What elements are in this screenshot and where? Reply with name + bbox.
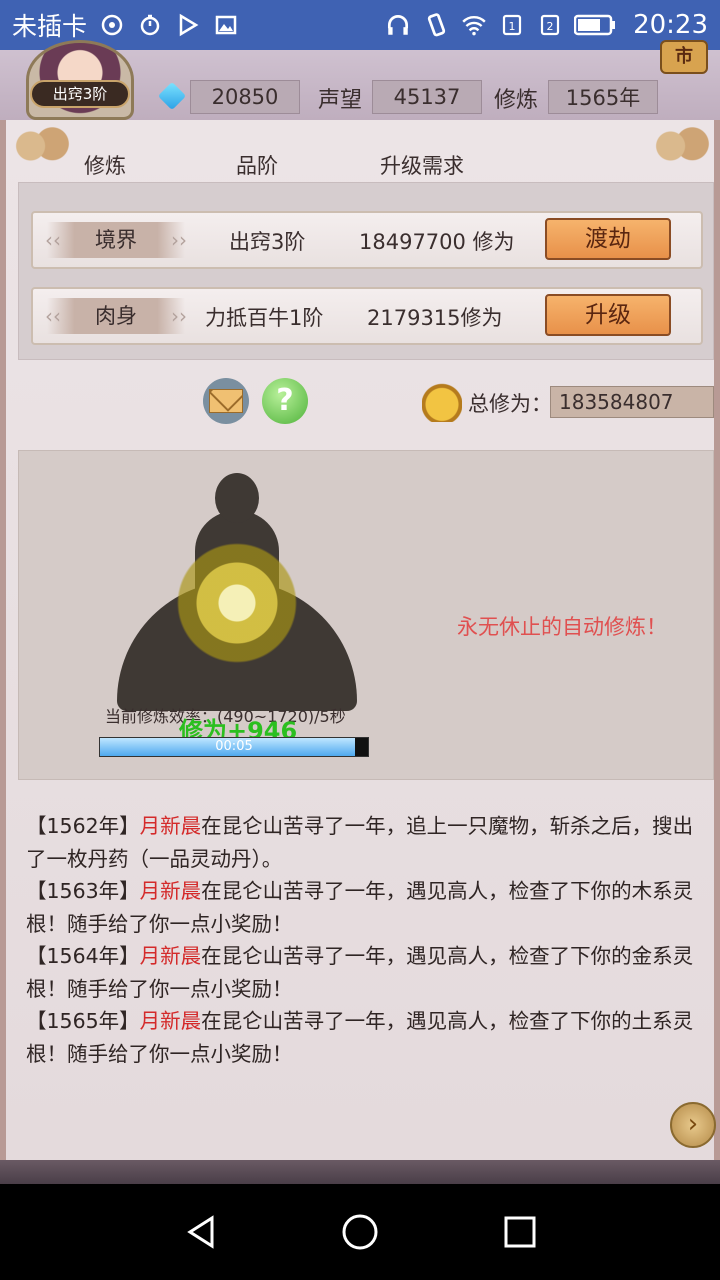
- auto-cultivation-text: 永无休止的自动修炼！: [457, 615, 667, 639]
- log-name: 月新晨: [139, 814, 202, 838]
- log-entry: 【1565年】月新晨在昆仑山苦寻了一年，遇见高人，检查了下你的土系灵根！随手给了…: [26, 1005, 706, 1070]
- sync-icon: [97, 10, 127, 40]
- row-grade: 力抵百牛1阶: [205, 306, 324, 330]
- gems-value: 20850: [190, 80, 300, 114]
- figure-head: [215, 473, 259, 523]
- log-year: 【1565年】: [26, 1009, 140, 1033]
- meditating-figure: [97, 471, 377, 711]
- back-icon[interactable]: [172, 1202, 232, 1262]
- recents-icon[interactable]: [490, 1202, 550, 1262]
- row-grade: 出窍3阶: [229, 230, 306, 254]
- cultivation-area: 当前修炼效率：(490~1720)/5秒 修为+946 00:05 永无休止的自…: [18, 450, 714, 780]
- shop-icon[interactable]: 市: [660, 40, 708, 74]
- home-icon[interactable]: [330, 1202, 390, 1262]
- log-name: 月新晨: [139, 879, 202, 903]
- cultivation-progress: 00:05: [99, 737, 369, 757]
- total-cultivation-label: 总修为：: [468, 392, 552, 416]
- mail-icon[interactable]: [203, 378, 249, 424]
- upgrade-button[interactable]: 升级: [545, 294, 671, 336]
- total-cultivation-value: 183584807: [550, 386, 714, 418]
- row-tag: 肉身: [45, 298, 187, 334]
- cultivation-label: 修炼: [494, 88, 539, 113]
- header-grade: 品阶: [236, 154, 278, 178]
- log-name: 月新晨: [139, 1009, 202, 1033]
- row-requirement: 18497700 修为: [359, 230, 515, 254]
- headset-icon: [383, 10, 413, 40]
- energy-orb: [177, 543, 297, 663]
- fame-value: 45137: [372, 80, 482, 114]
- status-right: 1 2 20:23: [383, 10, 708, 40]
- upgrade-list: 境界 出窍3阶 18497700 修为 渡劫 肉身 力抵百牛1阶 2179315…: [18, 182, 714, 360]
- log-entry: 【1563年】月新晨在昆仑山苦寻了一年，遇见高人，检查了下你的木系灵根！随手给了…: [26, 875, 706, 940]
- tribulation-button[interactable]: 渡劫: [545, 218, 671, 260]
- row-tag: 境界: [45, 222, 187, 258]
- table-header: 修炼 品阶 升级需求: [6, 150, 720, 186]
- log-year: 【1562年】: [26, 814, 140, 838]
- cultivation-years: 1565年: [548, 80, 658, 114]
- help-icon[interactable]: ?: [262, 378, 308, 424]
- body-row: 肉身 力抵百牛1阶 2179315修为 升级: [31, 287, 703, 345]
- status-bar: 未插卡 1 2 20:23: [0, 0, 720, 50]
- progress-timer: 00:05: [215, 739, 253, 754]
- svg-text:1: 1: [509, 20, 516, 33]
- clock: 20:23: [633, 10, 708, 40]
- carrier-text: 未插卡: [12, 12, 88, 41]
- sim2-icon: 2: [535, 10, 565, 40]
- fame-label: 声望: [318, 88, 363, 113]
- battery-icon: [573, 10, 617, 40]
- header-cultivation: 修炼: [84, 154, 126, 178]
- gem-icon: [157, 81, 187, 111]
- realm-row: 境界 出窍3阶 18497700 修为 渡劫: [31, 211, 703, 269]
- stopwatch-icon: [135, 10, 165, 40]
- log-year: 【1564年】: [26, 944, 140, 968]
- image-icon: [211, 10, 241, 40]
- row-requirement: 2179315修为: [367, 306, 503, 330]
- realm-badge: 出窍3阶: [30, 80, 130, 108]
- wifi-icon: [459, 10, 489, 40]
- bottom-menu-strip: [0, 1160, 720, 1184]
- svg-text:2: 2: [547, 20, 554, 33]
- play-store-icon: [173, 10, 203, 40]
- event-log: 【1562年】月新晨在昆仑山苦寻了一年，追上一只魔物，斩杀之后，搜出了一枚丹药（…: [26, 810, 706, 1070]
- vibrate-icon: [421, 10, 451, 40]
- android-nav-bar: [0, 1184, 720, 1280]
- sim1-icon: 1: [497, 10, 527, 40]
- log-entry: 【1562年】月新晨在昆仑山苦寻了一年，追上一只魔物，斩杀之后，搜出了一枚丹药（…: [26, 810, 706, 875]
- log-name: 月新晨: [139, 944, 202, 968]
- header-requirement: 升级需求: [380, 154, 464, 178]
- next-arrow-icon[interactable]: ›: [670, 1102, 716, 1148]
- cultivation-panel: 修炼 品阶 升级需求 境界 出窍3阶 18497700 修为 渡劫 肉身 力抵百…: [0, 120, 720, 1160]
- top-hud: 出窍3阶 20850 声望 45137 修炼 1565年 市: [0, 40, 720, 120]
- money-bag-icon: [422, 378, 462, 422]
- log-entry: 【1564年】月新晨在昆仑山苦寻了一年，遇见高人，检查了下你的金系灵根！随手给了…: [26, 940, 706, 1005]
- log-year: 【1563年】: [26, 879, 140, 903]
